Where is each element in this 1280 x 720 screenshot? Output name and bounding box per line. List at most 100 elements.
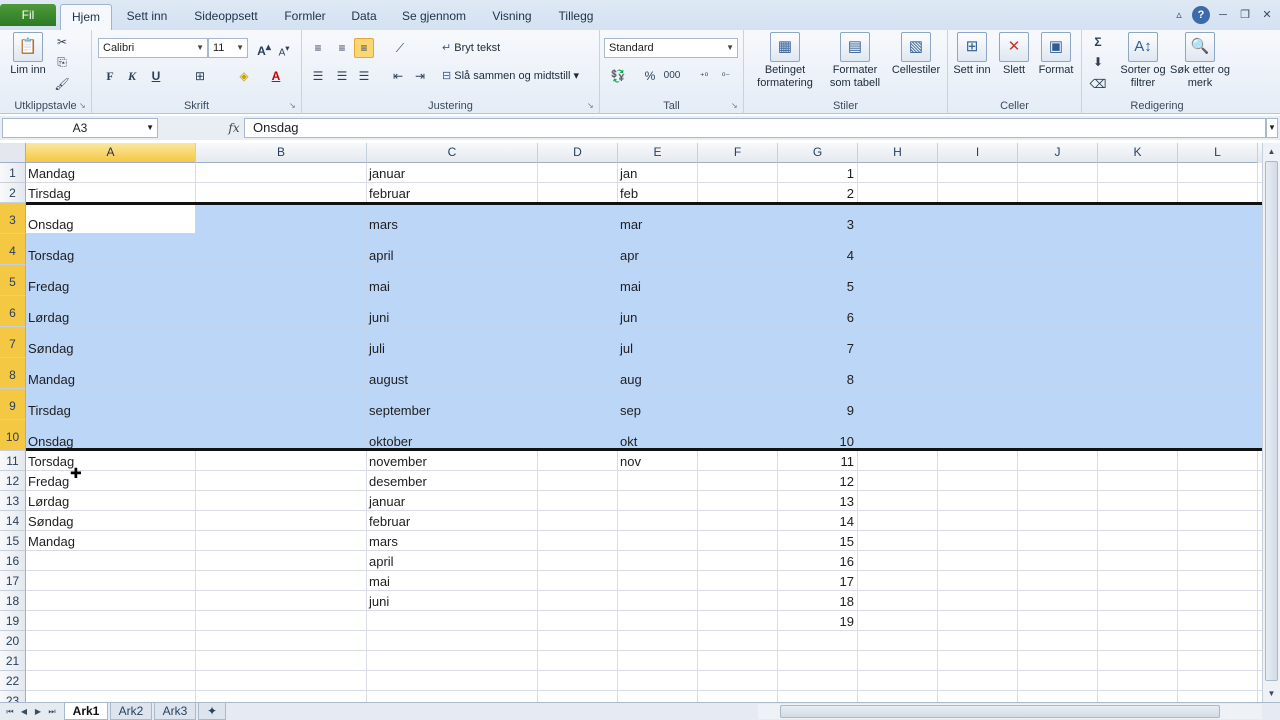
row-header[interactable]: 7 <box>0 327 26 358</box>
cell-j[interactable] <box>1018 591 1098 610</box>
cell-l[interactable] <box>1178 203 1258 233</box>
cell-l[interactable] <box>1178 451 1258 470</box>
cell-e[interactable]: mai <box>618 265 698 295</box>
tab-file[interactable]: Fil <box>0 4 56 26</box>
cell-d[interactable] <box>538 203 618 233</box>
delete-cells-button[interactable]: ✕ Slett <box>994 32 1034 77</box>
expand-formula-bar-icon[interactable]: ▼ <box>1266 118 1278 138</box>
font-name-combo[interactable]: Calibri ▼ <box>98 38 208 58</box>
cell-f[interactable] <box>698 183 778 202</box>
cell-styles-button[interactable]: ▧ Cellestiler <box>888 32 944 77</box>
cell-k[interactable] <box>1098 451 1178 470</box>
cell-k[interactable] <box>1098 471 1178 490</box>
cell-e[interactable]: jun <box>618 296 698 326</box>
wrap-text-button[interactable]: ↵ Bryt tekst <box>442 42 500 55</box>
cell-c[interactable]: januar <box>367 491 538 510</box>
percent-button[interactable]: % <box>640 66 660 86</box>
cell-i[interactable] <box>938 327 1018 357</box>
row-header[interactable]: 22 <box>0 671 26 691</box>
cell-a[interactable]: Mandag <box>26 358 196 388</box>
cell-e[interactable] <box>618 611 698 630</box>
sheet-tab-ark1[interactable]: Ark1 <box>64 703 108 720</box>
cell-f[interactable] <box>698 671 778 690</box>
cell-k[interactable] <box>1098 671 1178 690</box>
cell-l[interactable] <box>1178 591 1258 610</box>
cell-b[interactable] <box>196 296 367 326</box>
cell-f[interactable] <box>698 296 778 326</box>
horizontal-scrollbar[interactable] <box>758 704 1262 719</box>
cell-d[interactable] <box>538 491 618 510</box>
cell-l[interactable] <box>1178 531 1258 550</box>
cell-d[interactable] <box>538 511 618 530</box>
cell-f[interactable] <box>698 491 778 510</box>
cell-c[interactable]: august <box>367 358 538 388</box>
cell-f[interactable] <box>698 327 778 357</box>
bold-button[interactable]: F <box>100 66 120 86</box>
cell-i[interactable] <box>938 531 1018 550</box>
column-header-g[interactable]: G <box>778 143 858 163</box>
cell-k[interactable] <box>1098 651 1178 670</box>
copy-icon[interactable]: ⎘ <box>52 52 72 72</box>
cell-c[interactable] <box>367 611 538 630</box>
tab-addins[interactable]: Tillegg <box>550 4 602 30</box>
align-center-icon[interactable]: ☰ <box>332 66 352 86</box>
cell-i[interactable] <box>938 451 1018 470</box>
cell-e[interactable]: jul <box>618 327 698 357</box>
cell-k[interactable] <box>1098 531 1178 550</box>
cell-h[interactable] <box>858 389 938 419</box>
cell-g[interactable]: 10 <box>778 420 858 450</box>
cell-b[interactable] <box>196 420 367 450</box>
cell-b[interactable] <box>196 183 367 202</box>
cell-b[interactable] <box>196 551 367 570</box>
row-header[interactable]: 1 <box>0 163 26 183</box>
cell-e[interactable] <box>618 671 698 690</box>
insert-function-button[interactable]: fx <box>224 118 244 138</box>
cell-b[interactable] <box>196 491 367 510</box>
row-header[interactable]: 17 <box>0 571 26 591</box>
cell-c[interactable]: april <box>367 551 538 570</box>
row-header[interactable]: 9 <box>0 389 26 420</box>
cell-d[interactable] <box>538 163 618 182</box>
cell-f[interactable] <box>698 591 778 610</box>
thousands-button[interactable]: 000 <box>662 66 682 86</box>
cell-b[interactable] <box>196 571 367 590</box>
cell-a[interactable]: Tirsdag <box>26 183 196 202</box>
cell-l[interactable] <box>1178 296 1258 326</box>
cell-d[interactable] <box>538 183 618 202</box>
cell-e[interactable] <box>618 551 698 570</box>
cell-g[interactable]: 16 <box>778 551 858 570</box>
column-header-h[interactable]: H <box>858 143 938 163</box>
prev-sheet-icon[interactable]: ◀ <box>18 704 30 719</box>
cell-g[interactable]: 12 <box>778 471 858 490</box>
row-header[interactable]: 8 <box>0 358 26 389</box>
cell-k[interactable] <box>1098 203 1178 233</box>
insert-sheet-icon[interactable]: ✦ <box>198 703 226 720</box>
paste-button[interactable]: 📋 Lim inn <box>8 32 48 77</box>
cell-c[interactable]: november <box>367 451 538 470</box>
cell-c[interactable]: juli <box>367 327 538 357</box>
font-color-icon[interactable]: A <box>266 66 286 86</box>
first-sheet-icon[interactable]: ⏮ <box>4 704 16 719</box>
cell-e[interactable] <box>618 571 698 590</box>
increase-indent-icon[interactable]: ⇥ <box>410 66 430 86</box>
cell-h[interactable] <box>858 511 938 530</box>
sheet-tab-ark2[interactable]: Ark2 <box>110 703 152 720</box>
cell-e[interactable]: apr <box>618 234 698 264</box>
cell-g[interactable] <box>778 671 858 690</box>
cell-a[interactable]: Lørdag <box>26 491 196 510</box>
cell-k[interactable] <box>1098 327 1178 357</box>
cell-f[interactable] <box>698 163 778 182</box>
clear-icon[interactable]: ⌫ <box>1088 74 1108 94</box>
cell-c[interactable]: februar <box>367 511 538 530</box>
cell-i[interactable] <box>938 296 1018 326</box>
cell-j[interactable] <box>1018 265 1098 295</box>
cell-c[interactable] <box>367 671 538 690</box>
grow-font-icon[interactable]: A▴ <box>254 38 274 58</box>
cell-d[interactable] <box>538 531 618 550</box>
format-painter-icon[interactable]: 🖌 <box>52 74 72 94</box>
cell-c[interactable]: september <box>367 389 538 419</box>
cell-l[interactable] <box>1178 234 1258 264</box>
align-left-icon[interactable]: ☰ <box>308 66 328 86</box>
cell-h[interactable] <box>858 611 938 630</box>
cell-b[interactable] <box>196 389 367 419</box>
